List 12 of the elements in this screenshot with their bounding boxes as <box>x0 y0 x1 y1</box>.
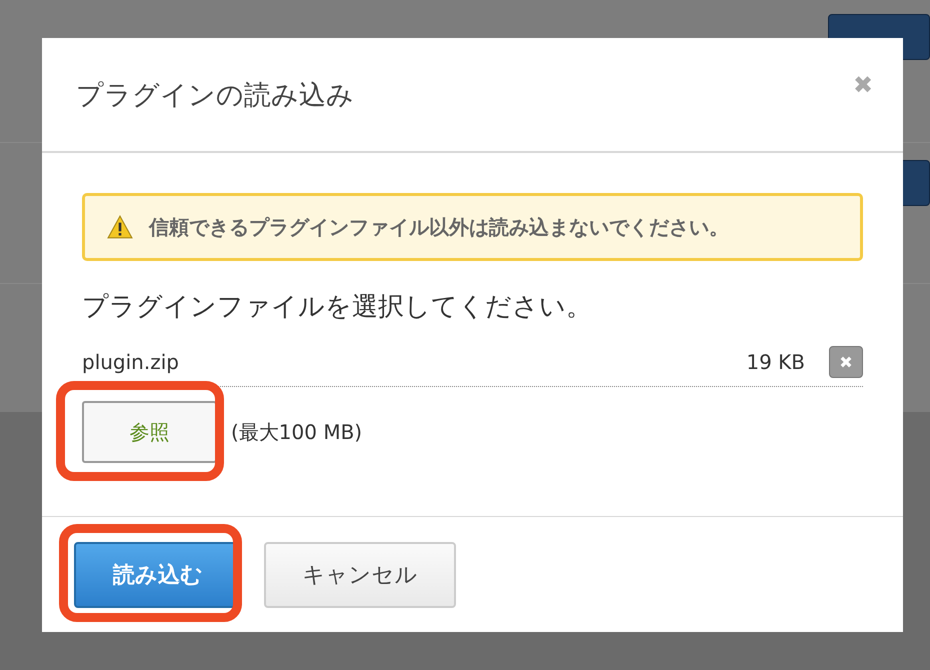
instruction-text: プラグインファイルを選択してください。 <box>82 291 593 324</box>
remove-button[interactable] <box>829 346 863 378</box>
warning-text: 信頼できるプラグインファイル以外は読み込まないでください。 <box>149 214 729 240</box>
browse-button[interactable]: 参照 <box>82 401 217 463</box>
size-limit-text: (最大100 MB) <box>231 418 362 446</box>
close-icon <box>839 355 853 369</box>
cancel-button[interactable]: キャンセル <box>264 542 456 608</box>
close-button[interactable]: ✖ <box>853 71 873 100</box>
dialog-title: プラグインの読み込み <box>76 78 354 112</box>
file-size: 19 KB <box>746 350 805 374</box>
warning-icon <box>107 215 133 239</box>
file-name: plugin.zip <box>82 350 180 374</box>
